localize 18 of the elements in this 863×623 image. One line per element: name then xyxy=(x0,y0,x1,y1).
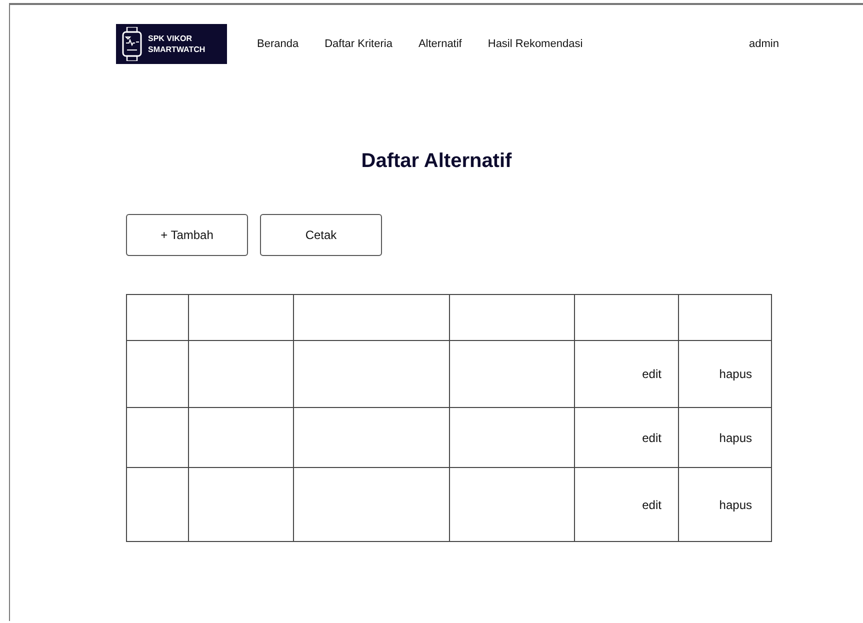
action-button[interactable]: + Tambah xyxy=(126,214,248,256)
page-title: Daftar Alternatif xyxy=(360,150,513,174)
nav-link[interactable]: Alternatif xyxy=(418,38,462,50)
row-action-link[interactable]: edit xyxy=(642,430,662,444)
nav-link[interactable]: Daftar Kriteria xyxy=(324,38,392,50)
nav-link[interactable]: Hasil Rekomendasi xyxy=(488,38,583,50)
row-action-link[interactable]: edit xyxy=(642,498,662,512)
action-button[interactable]: Cetak xyxy=(260,214,382,256)
user-menu[interactable]: admin xyxy=(749,38,779,50)
nav-link[interactable]: Beranda xyxy=(257,38,299,50)
logo-text: SMARTWATCH xyxy=(148,44,206,55)
row-action-link[interactable]: hapus xyxy=(719,367,752,381)
logo-text: SPK VIKOR xyxy=(148,33,194,44)
row-action-link[interactable]: hapus xyxy=(719,430,752,444)
logo-badge[interactable]: SPK VIKOR SMARTWATCH xyxy=(116,24,227,64)
row-action-link[interactable]: edit xyxy=(642,367,662,381)
row-action-link[interactable]: hapus xyxy=(719,498,752,512)
watch-icon xyxy=(122,27,142,61)
